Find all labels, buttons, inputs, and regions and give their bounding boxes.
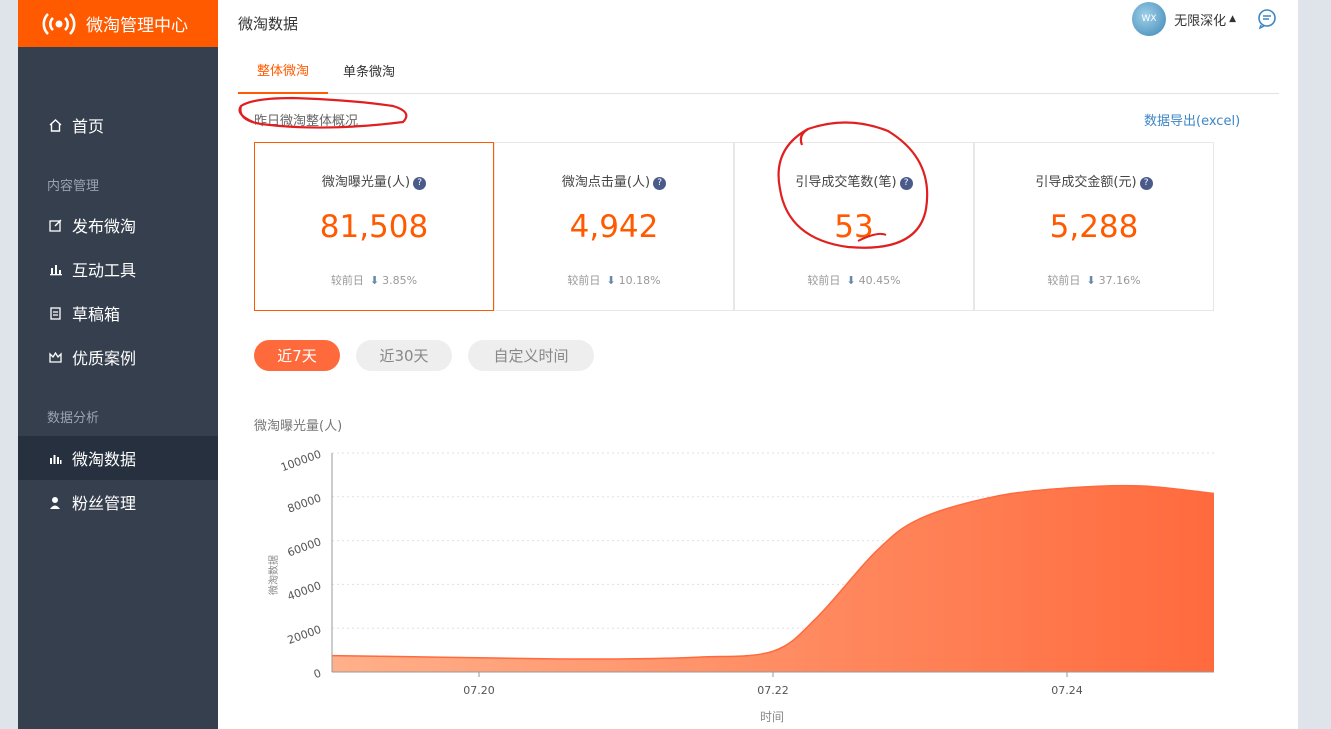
sidebar-item-label: 粉丝管理 [72,494,137,513]
sidebar-item-label: 互动工具 [72,261,137,280]
tab-overall[interactable]: 整体微淘 [238,47,328,94]
metric-card-exposure[interactable]: 微淘曝光量(人)? 81,508 较前日 ⬇ 3.85% [254,142,494,311]
help-icon[interactable]: ? [653,177,667,190]
edit-icon [47,217,63,233]
broadcast-icon [42,12,76,35]
avatar[interactable]: WX [1132,2,1167,36]
metric-label-text: 引导成交笔数(笔) [795,175,897,190]
sidebar-item-data[interactable]: 微淘数据 [18,436,218,480]
sidebar-item-tools[interactable]: 互动工具 [18,247,218,291]
home-icon [47,117,63,133]
sidebar-item-label: 首页 [72,117,105,136]
brand-title: 微淘管理中心 [86,16,188,36]
compare-value: 10.18% [618,274,661,287]
metric-compare: 较前日 ⬇ 10.18% [495,272,733,288]
arrow-down-icon: ⬇ [846,274,856,287]
help-icon[interactable]: ? [899,177,913,190]
metric-compare: 较前日 ⬇ 37.16% [975,272,1213,288]
x-axis: 07.20 07.22 07.24 [332,671,1214,697]
compare-label: 较前日 [330,274,364,287]
y-tick-label: 100000 [279,448,323,475]
metric-label: 微淘曝光量(人)? [255,171,493,190]
compare-label: 较前日 [567,274,601,287]
metric-compare: 较前日 ⬇ 3.85% [255,272,493,288]
metric-card-orders[interactable]: 引导成交笔数(笔)? 53 较前日 ⬇ 40.45% [734,142,974,311]
metric-compare: 较前日 ⬇ 40.45% [735,272,973,288]
export-excel-link[interactable]: 数据导出(excel) [1144,110,1240,129]
username: 无限深化 [1174,13,1227,29]
exposure-area-chart: 100000800006000040000200000 07.20 07.22 07… [267,448,1215,724]
y-tick-label: 40000 [286,579,323,603]
metric-label: 微淘点击量(人)? [495,171,733,190]
chart-title: 微淘曝光量(人) [254,419,343,434]
message-icon[interactable] [1256,8,1278,30]
help-icon[interactable]: ? [413,177,427,190]
nav-group-content: 内容管理 [47,179,100,194]
metric-label: 引导成交金额(元)? [975,171,1213,190]
y-axis: 100000 80000 60000 40000 20000 0 [279,448,333,682]
x-tick-label: 07.20 [463,684,495,697]
compare-value: 3.85% [382,274,418,287]
tab-single[interactable]: 单条微淘 [343,47,395,94]
metric-card-clicks[interactable]: 微淘点击量(人)? 4,942 较前日 ⬇ 10.18% [494,142,734,311]
sidebar-item-cases[interactable]: 优质案例 [18,335,218,379]
range-30days-button[interactable]: 近30天 [356,340,452,371]
metric-label: 引导成交笔数(笔)? [735,171,973,190]
metric-card-amount[interactable]: 引导成交金额(元)? 5,288 较前日 ⬇ 37.16% [974,142,1214,311]
metric-value: 81,508 [319,209,429,245]
caret-up-icon: ▲ [1229,14,1236,24]
metric-cards: 微淘曝光量(人)? 81,508 较前日 ⬇ 3.85% 微淘点击量(人)? 4,9… [254,142,1214,311]
y-tick-label: 80000 [286,491,323,515]
page-title: 微淘数据 [238,15,299,33]
arrow-down-icon: ⬇ [1086,274,1096,287]
range-7days-button[interactable]: 近7天 [254,340,340,371]
compare-value: 37.16% [1098,274,1141,287]
metric-label-text: 微淘曝光量(人) [321,175,411,190]
x-axis-label: 时间 [760,710,784,724]
sidebar-item-fans[interactable]: 粉丝管理 [18,480,218,524]
compare-label: 较前日 [807,274,841,287]
metric-value: 4,942 [569,209,659,245]
y-tick-label: 0 [312,667,323,682]
avatar-text: WX [1141,14,1157,24]
arrow-down-icon: ⬇ [606,274,616,287]
chart-icon [47,450,63,466]
metric-value: 53 [834,209,874,245]
arrow-down-icon: ⬇ [369,274,380,287]
x-tick-label: 07.22 [757,684,789,697]
sidebar: 微淘管理中心 首页 内容管理 发布微淘 互动工具 草稿箱 优质案例 数据分析 微… [18,0,218,729]
sidebar-item-label: 微淘数据 [72,450,137,469]
y-tick-label: 20000 [286,623,323,647]
metric-label-text: 引导成交金额(元) [1035,175,1137,190]
x-tick-label: 07.24 [1051,684,1083,697]
user-icon [47,494,63,510]
metric-value: 5,288 [1049,209,1139,245]
nav-group-analysis: 数据分析 [47,411,100,426]
sidebar-item-label: 优质案例 [72,349,137,368]
sidebar-item-home[interactable]: 首页 [18,103,218,147]
right-gutter [1298,0,1331,729]
range-custom-button[interactable]: 自定义时间 [468,340,594,371]
series-area [332,485,1214,672]
sidebar-item-drafts[interactable]: 草稿箱 [18,291,218,335]
y-axis-label: 微淘数据 [267,555,280,595]
user-menu[interactable]: WX 无限深化 ▲ [1132,2,1236,36]
sidebar-item-publish[interactable]: 发布微淘 [18,203,218,247]
compare-value: 40.45% [858,274,901,287]
chart-area-layer [331,484,1215,672]
y-tick-label: 60000 [286,535,323,559]
metric-label-text: 微淘点击量(人) [561,175,651,190]
top-bar: 微淘数据 WX 无限深化 ▲ [218,0,1298,47]
bar-chart-icon [47,261,63,277]
help-icon[interactable]: ? [1139,177,1153,190]
main-content: 整体微淘 单条微淘 昨日微淘整体概况 数据导出(excel) 微淘曝光量(人)?… [218,47,1298,729]
document-icon [47,305,63,321]
tab-bar: 整体微淘 单条微淘 [238,47,1279,94]
sidebar-item-label: 发布微淘 [72,217,137,236]
crown-icon [47,349,63,365]
compare-label: 较前日 [1047,274,1081,287]
section-title: 昨日微淘整体概况 [254,114,359,129]
brand-header[interactable]: 微淘管理中心 [18,0,218,47]
sidebar-item-label: 草稿箱 [72,305,121,324]
